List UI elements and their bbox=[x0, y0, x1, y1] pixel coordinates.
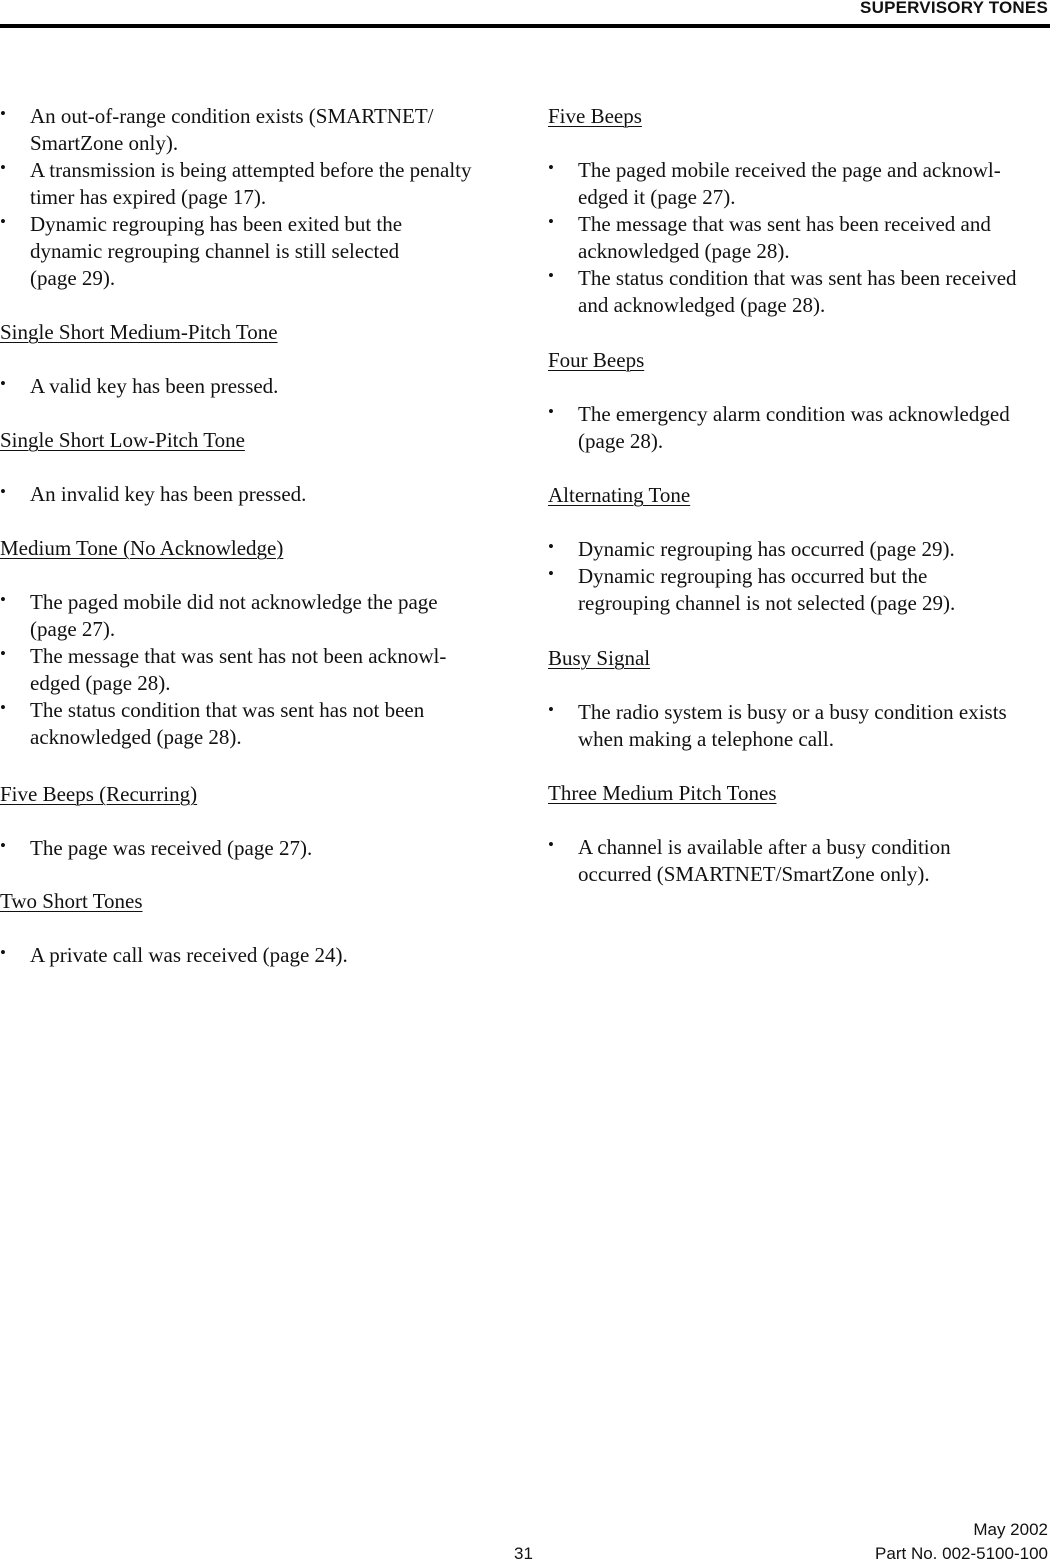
footer-part-number: Part No. 002-5100-100 bbox=[875, 1544, 1048, 1563]
bullet-icon: • bbox=[0, 943, 6, 962]
list-item-text: The message that was sent has been recei… bbox=[578, 212, 991, 236]
list-item-text: The status condition that was sent has n… bbox=[30, 698, 425, 722]
bullet-icon: • bbox=[548, 835, 554, 854]
list-item: • The radio system is busy or a busy cond… bbox=[548, 699, 1050, 753]
footer-date: May 2002 bbox=[973, 1520, 1048, 1539]
list-item: • An out-of-range condition exists (SMART… bbox=[0, 103, 520, 157]
list-item-text: (page 28). bbox=[578, 429, 664, 453]
list-item: • The paged mobile received the page and … bbox=[548, 157, 1050, 211]
list-item-text: SmartZone only). bbox=[30, 131, 179, 155]
list-item-text: regrouping channel is not selected (page… bbox=[578, 591, 956, 615]
list-item-text: A channel is available after a busy cond… bbox=[578, 835, 951, 859]
list-item: • The message that was sent has been rece… bbox=[548, 211, 1050, 265]
list-item-text: The message that was sent has not been a… bbox=[30, 644, 447, 668]
bullet-icon: • bbox=[548, 700, 554, 719]
list-item-text: edged it (page 27). bbox=[578, 185, 736, 209]
list-item: • Dynamic regrouping has occurred (page 2… bbox=[548, 536, 1050, 563]
list-item-text: (page 27). bbox=[30, 617, 116, 641]
list-item-text: A valid key has been pressed. bbox=[30, 374, 279, 398]
list-item-text: The emergency alarm condition was acknow… bbox=[578, 402, 1010, 426]
list-item: • Dynamic regrouping has occurred but the… bbox=[548, 563, 1050, 617]
bullet-icon: • bbox=[548, 537, 554, 556]
list-item-text: A private call was received (page 24). bbox=[30, 943, 348, 967]
section-heading: Five Beeps (Recurring) bbox=[0, 782, 198, 806]
bullet-icon: • bbox=[0, 590, 6, 609]
section-heading: Busy Signal bbox=[548, 646, 651, 670]
bullet-icon: • bbox=[548, 564, 554, 583]
list-item: • A private call was received (page 24). bbox=[0, 942, 520, 969]
list-item: • A transmission is being attempted befor… bbox=[0, 157, 520, 211]
section-heading: Alternating Tone bbox=[548, 483, 691, 507]
section-heading: Three Medium Pitch Tones bbox=[548, 781, 777, 805]
list-item: • The page was received (page 27). bbox=[0, 835, 520, 862]
list-item-text: occurred (SMARTNET/SmartZone only). bbox=[578, 862, 930, 886]
bullet-icon: • bbox=[0, 836, 6, 855]
list-item-text: The status condition that was sent has b… bbox=[578, 266, 1017, 290]
list-item: • An invalid key has been pressed. bbox=[0, 481, 520, 508]
list-item: • The status condition that was sent has … bbox=[548, 265, 1050, 319]
list-item-text: edged (page 28). bbox=[30, 671, 171, 695]
bullet-icon: • bbox=[0, 698, 6, 717]
list-item-text: when making a telephone call. bbox=[578, 727, 834, 751]
list-item-text: dynamic regrouping channel is still sele… bbox=[30, 239, 400, 263]
list-item-text: (page 29). bbox=[30, 266, 116, 290]
bullet-icon: • bbox=[548, 402, 554, 421]
page-header-title: SUPERVISORY TONES bbox=[860, 0, 1048, 17]
list-item-text: timer has expired (page 17). bbox=[30, 185, 267, 209]
section-heading: Five Beeps bbox=[548, 104, 642, 128]
bullet-icon: • bbox=[548, 158, 554, 177]
section-heading: Medium Tone (No Acknowledge) bbox=[0, 536, 284, 560]
header-rule bbox=[0, 24, 1050, 28]
list-item-text: An out-of-range condition exists (SMARTN… bbox=[30, 104, 434, 128]
list-item: • A valid key has been pressed. bbox=[0, 373, 520, 400]
list-item-text: The paged mobile received the page and a… bbox=[578, 158, 1001, 182]
bullet-icon: • bbox=[548, 266, 554, 285]
bullet-icon: • bbox=[0, 374, 6, 393]
list-item: • The emergency alarm condition was ackno… bbox=[548, 401, 1050, 455]
section-heading: Two Short Tones bbox=[0, 889, 143, 913]
bullet-icon: • bbox=[0, 158, 6, 177]
section-heading: Single Short Low-Pitch Tone bbox=[0, 428, 245, 452]
footer-page-number: 31 bbox=[514, 1544, 533, 1563]
bullet-icon: • bbox=[0, 644, 6, 663]
list-item: • The paged mobile did not acknowledge th… bbox=[0, 589, 520, 643]
list-item-text: and acknowledged (page 28). bbox=[578, 293, 826, 317]
list-item: • The message that was sent has not been … bbox=[0, 643, 520, 697]
list-item-text: The radio system is busy or a busy condi… bbox=[578, 700, 1007, 724]
section-heading: Four Beeps bbox=[548, 348, 645, 372]
list-item: • The status condition that was sent has … bbox=[0, 697, 520, 751]
bullet-icon: • bbox=[0, 104, 6, 123]
list-item: • Dynamic regrouping has been exited but … bbox=[0, 211, 520, 292]
list-item-text: acknowledged (page 28). bbox=[578, 239, 790, 263]
list-item-text: The page was received (page 27). bbox=[30, 836, 313, 860]
list-item: • A channel is available after a busy con… bbox=[548, 834, 1050, 888]
list-item-text: The paged mobile did not acknowledge the… bbox=[30, 590, 438, 614]
list-item-text: A transmission is being attempted before… bbox=[30, 158, 472, 182]
list-item-text: Dynamic regrouping has occurred but the bbox=[578, 564, 928, 588]
bullet-icon: • bbox=[0, 482, 6, 501]
section-heading: Single Short Medium-Pitch Tone bbox=[0, 320, 278, 344]
list-item-text: Dynamic regrouping has occurred (page 29… bbox=[578, 537, 955, 561]
bullet-icon: • bbox=[548, 212, 554, 231]
bullet-icon: • bbox=[0, 212, 6, 231]
list-item-text: acknowledged (page 28). bbox=[30, 725, 242, 749]
list-item-text: An invalid key has been pressed. bbox=[30, 482, 307, 506]
list-item-text: Dynamic regrouping has been exited but t… bbox=[30, 212, 403, 236]
